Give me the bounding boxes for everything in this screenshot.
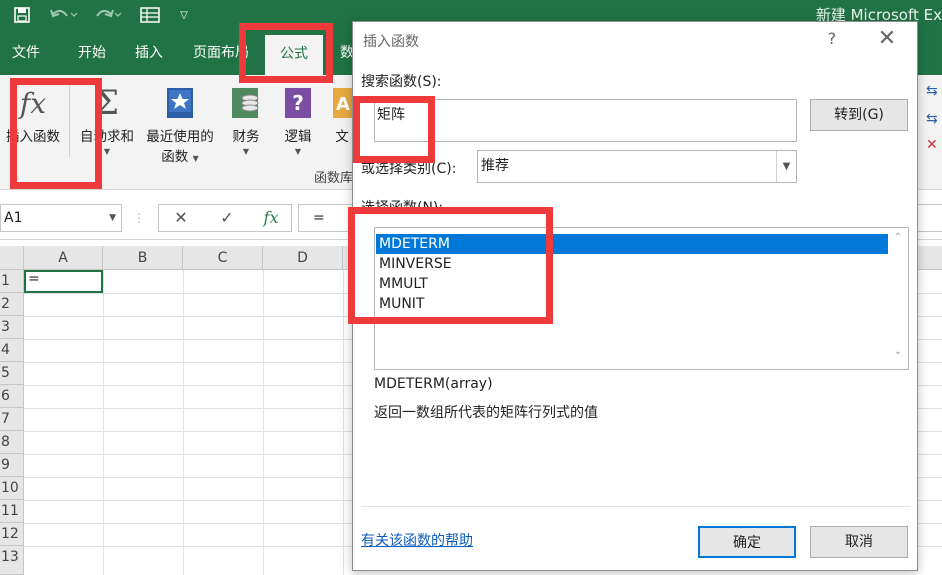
row-header[interactable]: 11 (0, 500, 24, 523)
trace-precedents-icon[interactable]: ⇆ (926, 83, 938, 99)
grid-line (343, 270, 344, 575)
row-header[interactable]: 7 (0, 408, 24, 431)
row-header[interactable]: 5 (0, 362, 24, 385)
row-header[interactable]: 10 (0, 477, 24, 500)
function-syntax: MDETERM(array) (374, 376, 493, 392)
text-button[interactable]: A 文 (330, 79, 354, 147)
name-box-value: A1 (4, 210, 23, 226)
row-header[interactable]: 12 (0, 523, 24, 546)
more-icon: ⋮ (133, 211, 145, 225)
financial-label: 财务 (232, 129, 260, 145)
row-header[interactable]: 4 (0, 339, 24, 362)
annotation-box-function-list (348, 207, 553, 324)
function-help-link[interactable]: 有关该函数的帮助 (361, 530, 473, 550)
grid-line (263, 270, 264, 575)
tab-file[interactable]: 文件 (0, 31, 52, 75)
logical-label: 逻辑 (284, 129, 312, 145)
financial-icon (224, 79, 268, 127)
cancel-button[interactable]: 取消 (810, 526, 908, 558)
function-description: 返回一数组所代表的矩阵行列式的值 (374, 405, 598, 421)
grid-line (103, 270, 104, 575)
annotation-box-formulas-tab (239, 23, 333, 83)
search-function-input[interactable]: 矩阵 (374, 99, 797, 142)
search-function-label: 搜索函数(S): (361, 74, 442, 90)
help-icon[interactable]: ? (823, 29, 841, 48)
text-book-icon: A (330, 79, 354, 127)
category-value: 推荐 (481, 158, 509, 174)
row-header[interactable]: 6 (0, 385, 24, 408)
cancel-icon[interactable]: ✕ (166, 204, 196, 232)
name-box[interactable]: A1 ▼ (0, 204, 122, 232)
caret-icon: ▼ (192, 154, 199, 163)
caret-icon: ▼ (242, 147, 250, 156)
svg-text:A: A (336, 94, 350, 115)
tab-insert[interactable]: 插入 (122, 31, 176, 75)
tab-home[interactable]: 开始 (64, 31, 120, 75)
caret-icon: ▼ (294, 147, 302, 156)
row-header[interactable]: 9 (0, 454, 24, 477)
financial-button[interactable]: 财务 ▼ (224, 79, 268, 156)
recent-label-2-text: 函数 (161, 149, 189, 165)
row-header[interactable]: 1 (0, 270, 24, 293)
group-label-function-library: 函数库 (314, 171, 354, 186)
dropdown-icon[interactable]: ▽ (176, 4, 192, 26)
column-header-d[interactable]: D (263, 246, 343, 270)
category-select[interactable]: 推荐 ▼ (477, 150, 797, 183)
list-scrollbar[interactable]: ⌃ ⌄ (888, 228, 908, 369)
ok-button[interactable]: 确定 (698, 526, 796, 558)
question-book-icon: ? (276, 79, 320, 127)
star-book-icon (140, 79, 220, 127)
close-icon[interactable]: ✕ (875, 26, 899, 51)
annotation-box-search (353, 96, 435, 163)
goto-button[interactable]: 转到(G) (810, 99, 908, 131)
undo-icon[interactable] (48, 4, 78, 26)
enter-icon[interactable]: ✓ (212, 204, 242, 232)
chevron-down-icon[interactable]: ⌄ (888, 346, 908, 357)
row-header[interactable]: 8 (0, 431, 24, 454)
divider (361, 506, 911, 507)
column-header-b[interactable]: B (103, 246, 183, 270)
row-header[interactable]: 13 (0, 546, 24, 575)
chevron-down-icon[interactable]: ▼ (109, 205, 116, 231)
row-header[interactable]: 2 (0, 293, 24, 316)
text-label: 文 (335, 129, 349, 145)
grid-line (183, 270, 184, 575)
annotation-box-insert-function (10, 78, 102, 189)
remove-arrows-icon[interactable]: ✕ (926, 137, 938, 153)
logical-button[interactable]: ? 逻辑 ▼ (276, 79, 320, 156)
column-header-c[interactable]: C (183, 246, 263, 270)
recent-label-2: 函数 ▼ (140, 147, 220, 169)
form-icon[interactable] (138, 4, 162, 26)
dialog-title: 插入函数 (363, 34, 419, 50)
redo-icon[interactable] (92, 4, 122, 26)
fx-icon[interactable]: fx (256, 204, 286, 232)
svg-text:?: ? (292, 91, 304, 115)
chevron-up-icon[interactable]: ⌃ (888, 232, 908, 243)
cell-a1-value: = (28, 271, 40, 287)
recent-label: 最近使用的 (146, 129, 214, 145)
recent-functions-button[interactable]: 最近使用的 函数 ▼ (140, 79, 220, 169)
chevron-down-icon[interactable]: ▼ (776, 151, 796, 182)
save-icon[interactable] (10, 4, 34, 26)
row-header[interactable]: 3 (0, 316, 24, 339)
select-all-corner[interactable] (0, 246, 24, 270)
trace-dependents-icon[interactable]: ⇆ (926, 111, 938, 127)
column-header-a[interactable]: A (24, 246, 103, 270)
